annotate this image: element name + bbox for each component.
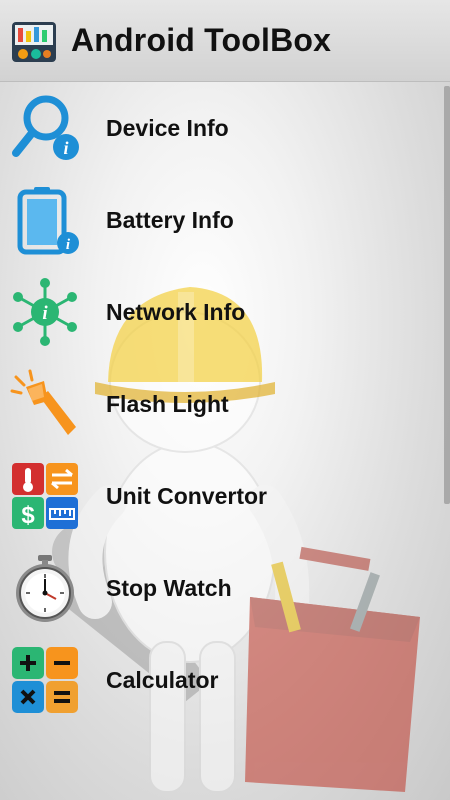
- flashlight-icon: [10, 369, 76, 435]
- svg-text:$: $: [21, 502, 35, 529]
- calculator-icon: [12, 647, 78, 713]
- action-bar: Android ToolBox: [0, 0, 450, 82]
- network-info-icon: i: [13, 278, 77, 346]
- menu-item-unit-convertor[interactable]: $ Unit Convertor: [0, 450, 440, 542]
- menu-item-calculator[interactable]: Calculator: [0, 634, 440, 726]
- app-title: Android ToolBox: [71, 22, 332, 58]
- menu-label: Calculator: [106, 666, 219, 693]
- menu-item-stop-watch[interactable]: Stop Watch: [0, 542, 440, 634]
- menu-label: Device Info: [106, 114, 229, 141]
- toolbox-app-icon[interactable]: [9, 16, 59, 66]
- menu-label: Unit Convertor: [106, 482, 267, 509]
- tools-menu-list: i Device Info i Battery Info i Network I…: [0, 82, 440, 726]
- battery-info-icon: i: [17, 187, 79, 255]
- magnifier-info-icon: i: [12, 95, 79, 160]
- menu-item-device-info[interactable]: i Device Info: [0, 82, 440, 174]
- menu-label: Network Info: [106, 298, 246, 325]
- menu-item-flash-light[interactable]: Flash Light: [0, 358, 440, 450]
- stopwatch-icon: [16, 555, 74, 622]
- svg-text:i: i: [42, 303, 48, 324]
- menu-label: Flash Light: [106, 390, 229, 417]
- unit-convertor-icon: $: [12, 463, 78, 529]
- svg-text:i: i: [63, 138, 68, 158]
- menu-item-battery-info[interactable]: i Battery Info: [0, 174, 440, 266]
- menu-label: Stop Watch: [106, 574, 232, 601]
- menu-label: Battery Info: [106, 206, 234, 233]
- scrollbar[interactable]: [444, 86, 450, 504]
- menu-item-network-info[interactable]: i Network Info: [0, 266, 440, 358]
